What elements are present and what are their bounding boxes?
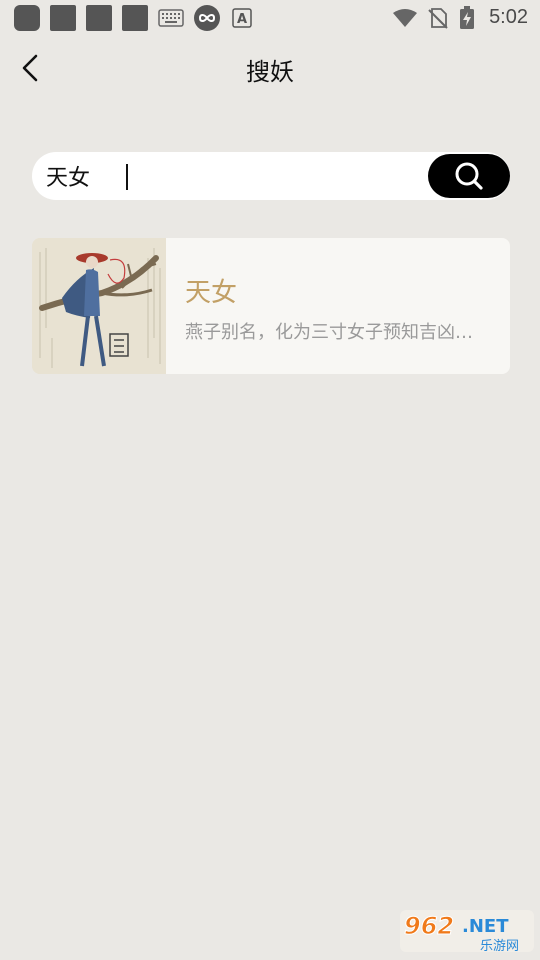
search-bar [32,152,510,200]
result-title: 天女 [185,278,238,308]
text-caret [126,164,128,190]
notification-app-icon [14,5,40,31]
svg-text:962: 962 [404,912,454,940]
notification-app-icon [122,5,148,31]
status-time: 5:02 [489,6,528,28]
status-bar: A 5:02 [0,0,540,36]
svg-text:.NET: .NET [462,916,509,937]
result-description: 燕子别名，化为三寸女子预知吉凶… [185,322,473,343]
svg-text:A: A [237,12,247,27]
wifi-icon [393,9,417,27]
no-sim-icon [428,8,448,29]
infinity-icon [194,5,220,31]
notification-app-icon [86,5,112,31]
search-button[interactable] [428,154,510,198]
result-card[interactable]: 天女 燕子别名，化为三寸女子预知吉凶… [32,238,510,374]
keyboard-icon [158,9,184,27]
page-title: 搜妖 [246,58,294,86]
notification-app-icon [50,5,76,31]
search-icon [455,162,483,190]
watermark-logo-graphic: 962 .NET 乐游网 [400,910,534,954]
illustration-thumbnail [32,238,166,374]
battery-charging-icon [460,6,474,29]
search-input[interactable] [46,152,416,200]
svg-text:乐游网: 乐游网 [480,939,519,954]
font-a-icon: A [232,8,252,28]
watermark-logo: 962 .NET 乐游网 [400,908,534,954]
header: 搜妖 [0,36,540,102]
